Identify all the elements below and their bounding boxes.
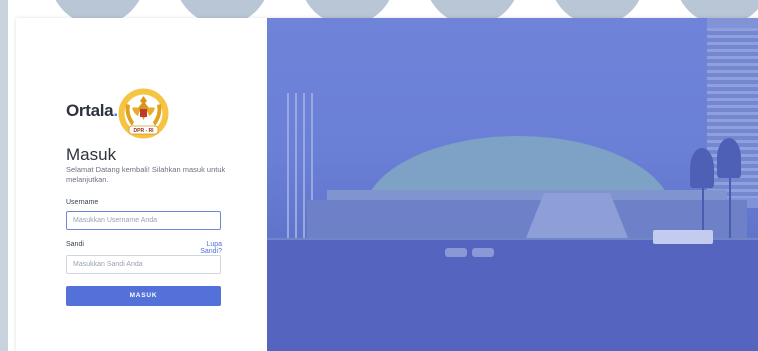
page-title: Masuk [66, 145, 117, 164]
welcome-subtitle: Selamat Datang kembali! Silahkan masuk u… [66, 165, 226, 184]
car [445, 248, 467, 257]
hero-image-parliament-building [267, 18, 758, 351]
flag-pole [295, 93, 297, 243]
left-edge-strip [0, 0, 16, 351]
app-logo-text: Ortala. [66, 101, 118, 120]
password-label: Sandi [66, 241, 84, 248]
dpr-ri-emblem-icon: DPR - RI [118, 88, 169, 139]
flag-pole [303, 93, 305, 243]
plaza-ground [267, 240, 758, 351]
login-button[interactable]: MASUK [66, 286, 221, 306]
login-form-panel: Ortala. DPR - RI Masuk Selamat Datang ke… [16, 18, 267, 351]
flag-pole [287, 93, 289, 243]
username-label: Username [66, 199, 99, 206]
svg-text:DPR - RI: DPR - RI [134, 128, 155, 134]
palm-tree [690, 148, 714, 188]
username-input[interactable]: Masukkan Username Anda [66, 211, 221, 230]
car [472, 248, 494, 257]
forgot-password-link[interactable]: Lupa Sandi? [186, 241, 222, 255]
password-input[interactable]: Masukkan Sandi Anda [66, 255, 221, 274]
bus [653, 230, 713, 244]
login-card: Ortala. DPR - RI Masuk Selamat Datang ke… [16, 18, 758, 351]
palm-trunk [729, 168, 731, 238]
palm-tree [717, 138, 741, 178]
